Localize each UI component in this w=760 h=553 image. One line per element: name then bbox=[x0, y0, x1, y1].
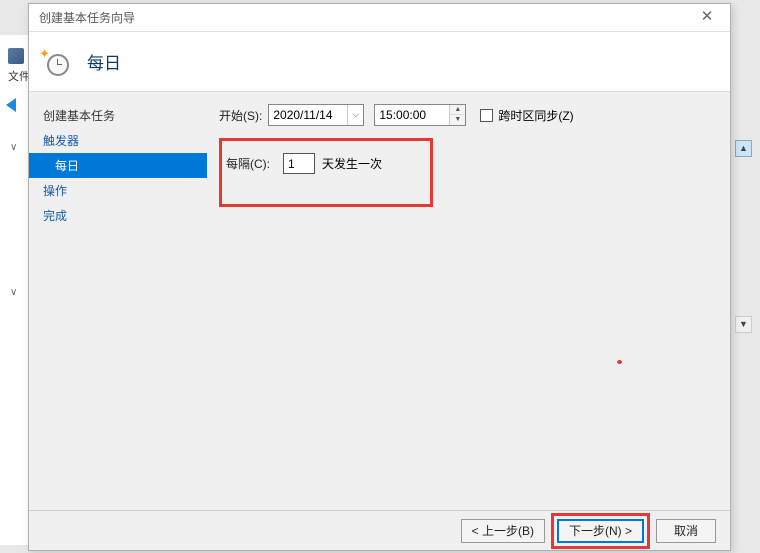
next-button-highlight: 下一步(N) > bbox=[551, 513, 650, 549]
sidebar-item-finish[interactable]: 完成 bbox=[29, 203, 207, 228]
sidebar-item-daily[interactable]: 每日 bbox=[29, 153, 207, 178]
cancel-button[interactable]: 取消 bbox=[656, 519, 716, 543]
chevron-down-icon[interactable]: ⌵ bbox=[347, 105, 363, 125]
sync-checkbox[interactable] bbox=[480, 109, 493, 122]
sidebar-item-create-task[interactable]: 创建基本任务 bbox=[29, 103, 207, 128]
sidebar-item-action[interactable]: 操作 bbox=[29, 178, 207, 203]
sync-label: 跨时区同步(Z) bbox=[498, 107, 573, 124]
scroll-up-icon[interactable]: ▲ bbox=[735, 140, 752, 157]
start-label: 开始(S): bbox=[219, 107, 262, 124]
wizard-footer: < 上一步(B) 下一步(N) > 取消 bbox=[29, 510, 730, 550]
back-button[interactable]: < 上一步(B) bbox=[461, 519, 545, 543]
wizard-dialog: 创建基本任务向导 ✕ ✦ 每日 创建基本任务 触发器 每日 操作 完成 开始(S… bbox=[28, 3, 731, 551]
wizard-header: ✦ 每日 bbox=[29, 32, 730, 92]
recur-row: 每隔(C): 天发生一次 bbox=[226, 153, 412, 174]
window-title: 创建基本任务向导 bbox=[39, 9, 135, 26]
annotation-dot bbox=[617, 360, 622, 364]
sidebar-item-trigger[interactable]: 触发器 bbox=[29, 128, 207, 153]
bg-app-icon bbox=[8, 48, 24, 64]
close-button[interactable]: ✕ bbox=[690, 7, 724, 29]
back-arrow-icon[interactable] bbox=[6, 98, 24, 116]
spin-down-icon[interactable]: ▼ bbox=[450, 115, 465, 125]
recur-days-input[interactable] bbox=[283, 153, 315, 174]
sync-checkbox-wrap: 跨时区同步(Z) bbox=[480, 107, 573, 124]
scroll-down-icon[interactable]: ▼ bbox=[735, 316, 752, 333]
clock-icon: ✦ bbox=[41, 48, 69, 76]
start-row: 开始(S): ⌵ ▲ ▼ 跨时区同步(Z) bbox=[219, 104, 712, 126]
next-button[interactable]: 下一步(N) > bbox=[557, 519, 644, 543]
recur-highlight: 每隔(C): 天发生一次 bbox=[219, 138, 433, 207]
tree-expand-icon[interactable]: ∨ bbox=[10, 287, 17, 298]
recur-label: 每隔(C): bbox=[226, 155, 270, 172]
date-picker[interactable]: ⌵ bbox=[268, 104, 364, 126]
time-input[interactable] bbox=[375, 105, 449, 125]
tree-expand-icon[interactable]: ∨ bbox=[10, 142, 17, 153]
wizard-sidebar: 创建基本任务 触发器 每日 操作 完成 bbox=[29, 92, 207, 510]
recur-suffix: 天发生一次 bbox=[322, 155, 382, 172]
wizard-body: 创建基本任务 触发器 每日 操作 完成 开始(S): ⌵ ▲ ▼ bbox=[29, 92, 730, 510]
page-title: 每日 bbox=[87, 49, 121, 74]
date-input[interactable] bbox=[269, 105, 347, 125]
wizard-content: 开始(S): ⌵ ▲ ▼ 跨时区同步(Z) bbox=[207, 92, 730, 510]
time-spinner: ▲ ▼ bbox=[449, 105, 465, 125]
time-picker[interactable]: ▲ ▼ bbox=[374, 104, 466, 126]
bg-file-text: 文件 bbox=[8, 68, 30, 84]
title-bar: 创建基本任务向导 ✕ bbox=[29, 4, 730, 32]
spin-up-icon[interactable]: ▲ bbox=[450, 105, 465, 115]
